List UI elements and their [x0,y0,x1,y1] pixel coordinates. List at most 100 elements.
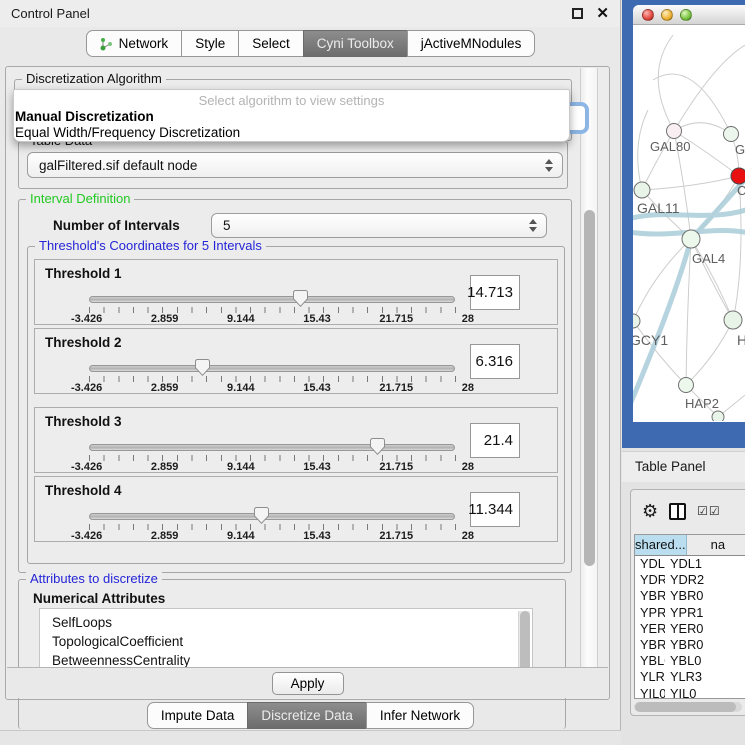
zoom-traffic-light-icon[interactable] [680,9,692,21]
threshold-3-slider[interactable] [89,444,455,451]
threshold-2-slider-knob[interactable] [195,359,210,376]
table-panel-toolbar: ⚙ ☑☑ [631,490,745,532]
number-of-intervals-label: Number of Intervals [53,218,180,233]
tab-impute-data[interactable]: Impute Data [147,702,249,729]
threshold-1-slider-knob[interactable] [293,290,308,307]
number-of-intervals-combobox[interactable]: 5 [211,213,547,238]
node-hap2[interactable] [679,378,694,393]
cell: YLR345W [635,669,665,685]
tab-cyni-toolbox[interactable]: Cyni Toolbox [303,30,408,57]
node-partial-bottom[interactable] [712,411,724,421]
node-partial-top-right[interactable] [724,127,739,142]
tick-label: 15.43 [303,530,331,542]
threshold-4-slider-knob[interactable] [254,507,269,524]
tick-labels: -3.4262.8599.14415.4321.71528 [71,461,474,473]
node-gal11[interactable] [634,182,650,198]
threshold-4-value-field[interactable]: 11.344 [470,492,520,527]
close-icon[interactable]: ✕ [596,8,609,19]
node-label-gal80: GAL80 [650,139,690,154]
combobox-arrows-icon [529,219,537,232]
node-table: shared... na YDL19...YDL1 YDR27...YDR2 Y… [634,534,745,699]
tick-label: -3.426 [71,530,102,542]
threshold-3-value-field[interactable]: 21.4 [470,423,520,458]
control-panel-titlebar: Control Panel ✕ [0,0,620,27]
tick-label: 2.859 [151,530,179,542]
content-scrollbar[interactable] [580,68,598,669]
tick-label: -3.426 [71,461,102,473]
table-data-combobox[interactable]: galFiltered.sif default node [27,152,563,178]
table-row[interactable]: YBL079WYBL0 [635,653,745,669]
table-header-row: shared... na [635,535,745,556]
tab-network[interactable]: Network [86,30,183,57]
tab-style[interactable]: Style [181,30,239,57]
network-canvas[interactable]: GAL80 GA C GAL11 GAL4 GCY1 H HAP2 [633,25,745,421]
select-columns-checkboxes-icon[interactable]: ☑☑ [697,504,721,518]
minimize-traffic-light-icon[interactable] [661,9,673,21]
network-window: GAL80 GA C GAL11 GAL4 GCY1 H HAP2 [633,5,745,422]
threshold-3-label: Threshold 3 [45,414,122,429]
table-row[interactable]: YDL19...YDL1 [635,556,745,572]
column-header-name[interactable]: na [687,535,745,555]
threshold-3-slider-knob[interactable] [370,438,385,455]
tab-cyni-toolbox-label: Cyni Toolbox [317,36,394,51]
attributes-group-title: Attributes to discretize [26,571,162,586]
cell: YPR145W [635,605,665,621]
tab-infer-network-label: Infer Network [380,708,460,723]
cell: YDL19... [635,556,665,572]
tab-style-label: Style [195,36,225,51]
tab-jactivemnodules[interactable]: jActiveMNodules [407,30,536,57]
node-h[interactable] [724,311,742,329]
thresholds-group-title: Threshold's Coordinates for 5 Intervals [35,238,266,253]
node-gcy1[interactable] [633,314,640,328]
close-traffic-light-icon[interactable] [642,9,654,21]
tab-discretize-data[interactable]: Discretize Data [247,702,367,729]
tick-labels: -3.4262.8599.14415.4321.71528 [71,530,474,542]
dropdown-item-manual-discretization[interactable]: Manual Discretization [14,109,569,125]
apply-button[interactable]: Apply [272,672,344,695]
threshold-1-panel: Threshold 1 -3.4262.8599.14415.4321.7152… [34,259,558,325]
table-row[interactable]: YPR145WYPR1 [635,605,745,621]
table-horizontal-scrollbar-thumb[interactable] [635,702,736,712]
tab-jactivemnodules-label: jActiveMNodules [421,36,522,51]
dropdown-item-equal-width-frequency[interactable]: Equal Width/Frequency Discretization [14,125,569,141]
tick-label: -3.426 [71,313,102,325]
tick-label: 28 [462,530,474,542]
columns-icon[interactable] [669,503,686,520]
control-panel: Control Panel ✕ Network Style Select [0,0,621,745]
table-horizontal-scrollbar[interactable] [634,702,742,712]
tick-label: 9.144 [227,530,255,542]
gear-icon[interactable]: ⚙ [642,502,658,520]
threshold-4-slider[interactable] [89,513,455,520]
cell: YLR3 [665,669,745,685]
node-label-partial-right: H [737,332,745,348]
float-window-icon[interactable] [572,8,583,19]
table-row[interactable]: YBR045CYBR0 [635,637,745,653]
table-row[interactable]: YIL052CYIL0 [635,686,745,700]
thresholds-group: Threshold's Coordinates for 5 Intervals … [27,246,565,564]
tab-infer-network[interactable]: Infer Network [366,702,474,729]
node-label-hap2: HAP2 [685,396,719,411]
node-selected-red[interactable] [731,168,745,184]
panel-title: Control Panel [11,6,90,21]
threshold-4-panel: Threshold 4 -3.4262.8599.14415.4321.7152… [34,476,558,542]
list-item[interactable]: TopologicalCoefficient [40,632,532,651]
table-row[interactable]: YBR043CYBR0 [635,588,745,604]
numerical-attributes-label: Numerical Attributes [33,591,165,606]
threshold-1-value-field[interactable]: 14.713 [470,275,520,310]
list-item[interactable]: SelfLoops [40,613,532,632]
threshold-2-slider[interactable] [89,365,455,372]
table-data-group: Table Data galFiltered.sif default node [18,141,568,189]
tab-select[interactable]: Select [238,30,304,57]
table-row[interactable]: YDR27...YDR2 [635,572,745,588]
threshold-4-label: Threshold 4 [45,483,122,498]
threshold-1-slider[interactable] [89,296,455,303]
tick-label: 9.144 [227,313,255,325]
node-gal80[interactable] [667,124,682,139]
node-gal4[interactable] [682,230,700,248]
threshold-1-label: Threshold 1 [45,266,122,281]
table-row[interactable]: YER054CYER0 [635,621,745,637]
table-row[interactable]: YLR345WYLR3 [635,669,745,685]
column-header-shared[interactable]: shared... [635,535,687,555]
content-scrollbar-thumb[interactable] [584,210,595,566]
threshold-2-value-field[interactable]: 6.316 [470,344,520,379]
